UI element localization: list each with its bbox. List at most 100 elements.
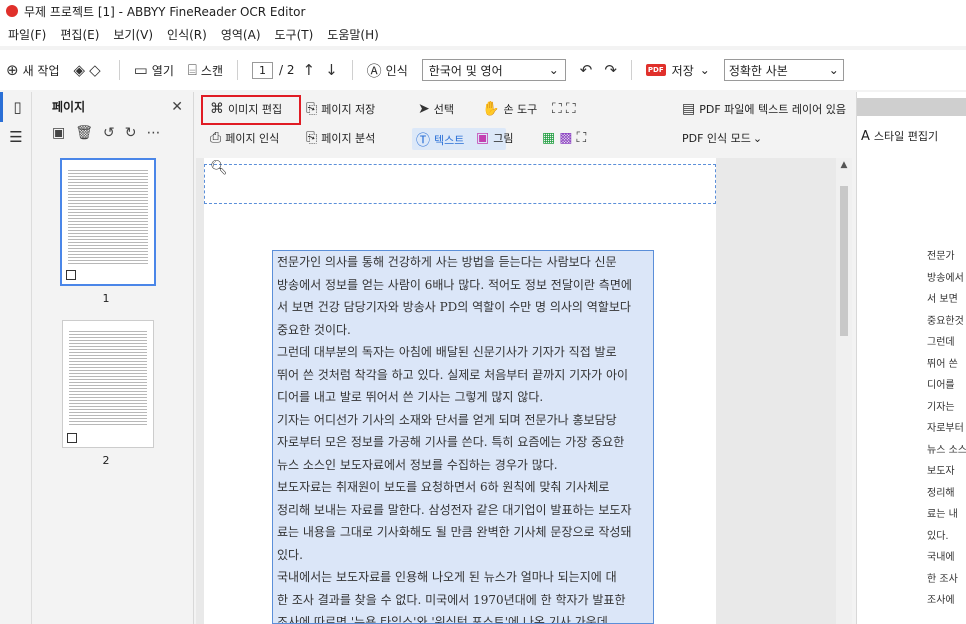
text-line: 보도자료는 취재원이 보도를 요청하면서 6하 원칙에 맞춰 기사체로	[277, 480, 610, 494]
page-analyze-button[interactable]: ⎘ 페이지 분석	[306, 130, 375, 146]
recognized-line: 중요한것	[927, 315, 964, 327]
language-select[interactable]: 한국어 및 영어 ⌄	[421, 59, 566, 81]
highlight-annotation	[201, 95, 301, 125]
undo-icon[interactable]: ↶	[580, 61, 593, 79]
save-page-button[interactable]: ⎘ 페이지 저장	[306, 101, 375, 117]
style-editor-button[interactable]: A 스타일 편집기	[861, 128, 938, 144]
text-line: 국내에서는 보도자료를 인용해 나오게 된 뉴스가 얼마나 되는지에 대	[277, 570, 617, 584]
text-line: 서 보면 건강 담당기자와 방송사 PD의 역할이 수만 명 의사의 역할보다	[277, 300, 631, 314]
save-mode-select[interactable]: 정확한 사본 ⌄	[723, 59, 844, 81]
more-icon[interactable]: ⋯	[146, 125, 160, 141]
menu-area[interactable]: 영역(A)	[221, 26, 261, 43]
text-line: 정리해 보내는 자료를 말한다. 삼성전자 같은 대기업이 발표하는 보도자	[277, 502, 632, 517]
toolbar-divider	[118, 60, 120, 80]
toolbar-divider	[351, 60, 353, 80]
text-line: 조사에 따르면 '뉴욕 타임스'와 '워싱턴 포스트'에 나온 기사 가운데	[277, 615, 608, 624]
scan-button[interactable]: ⌸ 스캔	[188, 61, 223, 79]
document-viewer[interactable]: 🔍︎ 전문가인 의사를 통해 건강하게 사는 방법을 듣는다는 사람보다 신문 …	[196, 158, 852, 624]
recognized-line: 방송에서	[927, 272, 964, 284]
recognized-text[interactable]: 전문가 방송에서 서 보면 중요한것 그런데 뛰어 쓴 디어를 기자는 자로부터…	[927, 246, 966, 612]
cursor-icon: ➤	[418, 101, 430, 117]
menu-view[interactable]: 보기(V)	[113, 26, 153, 43]
pages-panel-header: 페이지 ✕	[32, 92, 193, 119]
text-area-region[interactable]: 전문가인 의사를 통해 건강하게 사는 방법을 듣는다는 사람보다 신문 방송에…	[272, 250, 654, 624]
rotate-right-icon[interactable]: ↻	[125, 125, 137, 141]
page-thumbnail-label-1: 1	[102, 292, 110, 305]
menu-file[interactable]: 파일(F)	[8, 26, 46, 43]
text-line: 있다.	[277, 547, 303, 562]
title-bar: 무제 프로젝트 [1] - ABBYY FineReader OCR Edito…	[0, 0, 966, 22]
text-area-label: 텍스트	[434, 134, 465, 147]
pages-panel-title: 페이지	[52, 100, 86, 114]
save-button[interactable]: PDF 저장 ⌄	[645, 62, 710, 79]
pages-panel-tools: ▣ 🗑 ↺ ↻ ⋯	[32, 119, 193, 147]
recognized-line: 한 조사	[927, 573, 958, 585]
redo-icon[interactable]: ↷	[604, 61, 617, 79]
rotate-left-icon[interactable]: ↺	[103, 125, 115, 141]
text-line: 디어를 내고 발로 뛰어서 쓴 기사는 그렇게 많지 않다.	[277, 390, 544, 404]
new-task-button[interactable]: ⊕ 새 작업	[6, 61, 60, 79]
open-button[interactable]: ▭ 열기	[134, 61, 174, 79]
scroll-thumb[interactable]	[840, 186, 848, 336]
hand-tool-button[interactable]: ✋ 손 도구	[482, 101, 537, 117]
pdf-recognize-mode-button[interactable]: PDF 인식 모드 ⌄	[682, 130, 762, 146]
page-thumbnail-1[interactable]	[60, 158, 156, 286]
recognized-line: 조사에	[927, 595, 955, 606]
arrow-up-icon[interactable]: ↑	[303, 61, 316, 79]
menu-recognize[interactable]: 인식(R)	[167, 26, 207, 43]
menu-tools[interactable]: 도구(T)	[275, 26, 314, 43]
text-line: 중요한 것이다.	[277, 322, 351, 337]
page-recognize-label: 페이지 인식	[225, 132, 280, 145]
save-page-icon[interactable]: ▣	[52, 125, 65, 141]
header-area-region[interactable]	[204, 164, 716, 204]
barcode-area-icon: ⛶	[576, 130, 587, 146]
recognized-line: 디어를	[927, 380, 955, 391]
arrow-down-icon[interactable]: ↓	[325, 61, 338, 79]
scan-icon: ⌸	[187, 61, 197, 79]
pdf-icon: PDF	[645, 64, 666, 76]
page-thumbnail-2[interactable]	[62, 320, 154, 448]
menu-help[interactable]: 도움말(H)	[327, 26, 379, 43]
document-scrollbar[interactable]: ▲	[836, 158, 852, 624]
text-line: 료는 내용을 그대로 기사화해도 될 만큼 완벽한 기사체 문장으로 작성돼	[277, 525, 632, 539]
area-type-buttons[interactable]: ▦ ▩ ⛶	[542, 130, 590, 146]
recognized-line: 료는 내	[927, 509, 958, 520]
pdf-recognize-mode-label: PDF 인식 모드	[682, 132, 751, 145]
left-rail: ▯ ☰	[0, 92, 32, 624]
pdf-text-layer-label: PDF 파일에 텍스트 레이어 있음	[699, 103, 846, 116]
pdf-text-layer-button[interactable]: ▤ PDF 파일에 텍스트 레이어 있음	[682, 101, 846, 117]
document-icon	[66, 270, 76, 280]
app-logo-icon	[6, 5, 18, 17]
recognize-button[interactable]: Ⓐ 인식	[367, 60, 408, 81]
text-area-button[interactable]: Ⓣ 텍스트	[416, 130, 464, 150]
text-line: 기자는 어디선가 기사의 소재와 단서를 얻게 되며 전문가나 홍보담당	[277, 412, 617, 427]
expand-area-icon: ⛶	[565, 101, 576, 117]
close-icon[interactable]: ✕	[171, 99, 183, 115]
recognize-icon: Ⓐ	[366, 61, 382, 80]
scroll-up-icon[interactable]: ▲	[836, 160, 852, 170]
language-value: 한국어 및 영어	[428, 63, 503, 78]
main-toolbar: ⊕ 새 작업 ◈ ◇ ▭ 열기 ⌸ 스캔 1 / 2 ↑ ↓ Ⓐ 인식 한국어 …	[0, 50, 966, 90]
menu-edit[interactable]: 편집(E)	[60, 26, 99, 43]
page-analyze-icon: ⎘	[306, 130, 318, 146]
save-page-icon: ⎘	[306, 101, 318, 117]
delete-icon[interactable]: 🗑	[75, 125, 93, 141]
layers-icon: ◇	[89, 61, 101, 79]
picture-area-icon: ▣	[476, 130, 490, 146]
area-tools[interactable]: ⛶ ⛶	[552, 101, 580, 117]
select-tool-button[interactable]: ➤ 선택	[418, 101, 454, 117]
page-icon[interactable]: ▯	[0, 92, 32, 122]
page-recognize-button[interactable]: ⎙ 페이지 인식	[210, 130, 279, 146]
convert-button[interactable]: ◈ ◇	[74, 61, 105, 79]
save-mode-value: 정확한 사본	[728, 63, 788, 78]
chevron-down-icon: ⌄	[828, 63, 839, 77]
style-editor-icon: A	[861, 128, 870, 144]
list-icon[interactable]: ☰	[0, 122, 32, 152]
page-number-input[interactable]: 1	[252, 61, 273, 79]
folder-icon: ▭	[133, 61, 148, 79]
document-page[interactable]: 🔍︎ 전문가인 의사를 통해 건강하게 사는 방법을 듣는다는 사람보다 신문 …	[204, 158, 716, 624]
chevron-down-icon: ⌄	[699, 63, 710, 77]
picture-area-button[interactable]: ▣ 그림	[476, 130, 513, 146]
hand-icon: ✋	[482, 101, 500, 117]
window-title: 무제 프로젝트 [1] - ABBYY FineReader OCR Edito…	[24, 4, 306, 19]
